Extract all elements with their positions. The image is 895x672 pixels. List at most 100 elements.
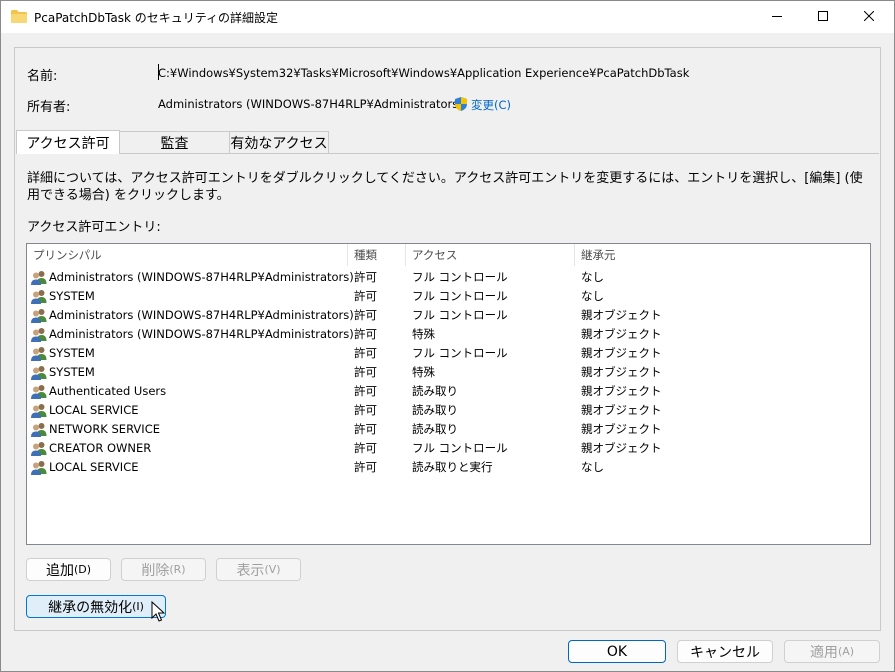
add-button[interactable]: 追加 (D) xyxy=(26,558,111,581)
permissions-tab-page: 詳細については、アクセス許可エントリをダブルクリックしてください。アクセス許可エ… xyxy=(16,153,879,630)
table-row[interactable]: Administrators (WINDOWS-87H4RLP¥Administ… xyxy=(27,306,870,325)
table-row[interactable]: SYSTEM 許可 フル コントロール なし xyxy=(27,287,870,306)
cancel-button-label: キャンセル xyxy=(690,644,760,661)
cell-type: 許可 xyxy=(354,460,377,474)
cell-access: フル コントロール xyxy=(412,289,508,303)
add-button-accel: (D) xyxy=(73,563,92,576)
view-button[interactable]: 表示 (V) xyxy=(216,558,301,581)
table-row[interactable]: SYSTEM 許可 フル コントロール 親オブジェクト xyxy=(27,344,870,363)
cell-inherited-from: 親オブジェクト xyxy=(581,365,662,379)
change-owner-link[interactable]: 変更(C) xyxy=(471,97,511,113)
cell-access: 読み取りと実行 xyxy=(412,460,493,474)
cell-inherited-from: なし xyxy=(581,289,604,303)
cell-access: 読み取り xyxy=(412,403,458,417)
table-row[interactable]: Authenticated Users 許可 読み取り 親オブジェクト xyxy=(27,382,870,401)
column-header-inherited-from[interactable]: 継承元 xyxy=(575,244,695,266)
user-group-icon xyxy=(31,327,47,342)
table-row[interactable]: Administrators (WINDOWS-87H4RLP¥Administ… xyxy=(27,325,870,344)
cell-inherited-from: 親オブジェクト xyxy=(581,346,662,360)
ok-button-label: OK xyxy=(606,643,628,660)
cancel-button[interactable]: キャンセル xyxy=(677,640,773,663)
table-row[interactable]: SYSTEM 許可 特殊 親オブジェクト xyxy=(27,363,870,382)
tab-auditing[interactable]: 監査 xyxy=(119,131,230,153)
remove-button-accel: (R) xyxy=(169,563,186,576)
tab-auditing-label: 監査 xyxy=(160,135,189,152)
cell-type: 許可 xyxy=(354,327,377,341)
cell-principal: Administrators (WINDOWS-87H4RLP¥Administ… xyxy=(49,308,354,322)
remove-button-label: 削除 xyxy=(141,562,170,579)
cell-principal: SYSTEM xyxy=(49,346,95,360)
cell-type: 許可 xyxy=(354,403,377,417)
minimize-button[interactable] xyxy=(754,1,800,33)
cell-principal: SYSTEM xyxy=(49,289,95,303)
table-row[interactable]: CREATOR OWNER 許可 フル コントロール 親オブジェクト xyxy=(27,439,870,458)
disable-inheritance-button[interactable]: 継承の無効化 (I) xyxy=(26,595,166,618)
user-group-icon xyxy=(31,308,47,323)
apply-button-label: 適用 xyxy=(809,644,838,661)
cell-inherited-from: なし xyxy=(581,460,604,474)
table-row[interactable]: Administrators (WINDOWS-87H4RLP¥Administ… xyxy=(27,268,870,287)
name-label: 名前: xyxy=(27,69,58,84)
object-name-field[interactable]: C:¥Windows¥System32¥Tasks¥Microsoft¥Wind… xyxy=(158,66,689,80)
user-group-icon xyxy=(31,346,47,361)
user-group-icon xyxy=(31,365,47,380)
user-group-icon xyxy=(31,270,47,285)
remove-button[interactable]: 削除 (R) xyxy=(121,558,206,581)
cell-access: 特殊 xyxy=(412,365,435,379)
owner-label: 所有者: xyxy=(27,100,71,115)
cell-principal: Authenticated Users xyxy=(49,384,167,398)
advanced-security-dialog: PcaPatchDbTask のセキュリティの詳細設定 名前: C:¥Windo… xyxy=(0,0,895,672)
maximize-button[interactable] xyxy=(800,1,846,33)
user-group-icon xyxy=(31,422,47,437)
cell-type: 許可 xyxy=(354,384,377,398)
close-icon xyxy=(863,10,875,24)
cell-inherited-from: 親オブジェクト xyxy=(581,441,662,455)
column-header-access[interactable]: アクセス xyxy=(406,244,575,266)
cell-access: 読み取り xyxy=(412,422,458,436)
close-button[interactable] xyxy=(846,1,892,33)
user-group-icon xyxy=(31,441,47,456)
user-group-icon xyxy=(31,289,47,304)
tab-effective-access[interactable]: 有効なアクセス xyxy=(229,131,329,153)
cell-principal: Administrators (WINDOWS-87H4RLP¥Administ… xyxy=(49,327,354,341)
column-header-type[interactable]: 種類 xyxy=(348,244,406,266)
cell-type: 許可 xyxy=(354,365,377,379)
cell-principal: SYSTEM xyxy=(49,365,95,379)
maximize-icon xyxy=(818,10,828,24)
apply-button[interactable]: 適用 (A) xyxy=(784,640,880,663)
title-bar[interactable]: PcaPatchDbTask のセキュリティの詳細設定 xyxy=(1,1,894,33)
cell-type: 許可 xyxy=(354,308,377,322)
cell-access: 読み取り xyxy=(412,384,458,398)
cell-type: 許可 xyxy=(354,422,377,436)
cell-inherited-from: なし xyxy=(581,270,604,284)
cell-type: 許可 xyxy=(354,346,377,360)
cell-access: 特殊 xyxy=(412,327,435,341)
table-row[interactable]: LOCAL SERVICE 許可 読み取りと実行 なし xyxy=(27,458,870,477)
apply-button-accel: (A) xyxy=(837,645,855,658)
ok-button[interactable]: OK xyxy=(568,640,666,663)
cell-access: フル コントロール xyxy=(412,270,508,284)
tab-permissions[interactable]: アクセス許可 xyxy=(16,130,120,154)
cell-type: 許可 xyxy=(354,270,377,284)
disable-inheritance-accel: (I) xyxy=(132,600,144,613)
user-group-icon xyxy=(31,384,47,399)
column-header-principal[interactable]: プリンシパル xyxy=(27,244,348,266)
cell-inherited-from: 親オブジェクト xyxy=(581,308,662,322)
view-button-accel: (V) xyxy=(264,563,281,576)
table-row[interactable]: LOCAL SERVICE 許可 読み取り 親オブジェクト xyxy=(27,401,870,420)
uac-shield-icon xyxy=(453,96,469,112)
cell-inherited-from: 親オブジェクト xyxy=(581,403,662,417)
cell-access: フル コントロール xyxy=(412,308,508,322)
cell-type: 許可 xyxy=(354,289,377,303)
cell-inherited-from: 親オブジェクト xyxy=(581,384,662,398)
cell-principal: Administrators (WINDOWS-87H4RLP¥Administ… xyxy=(49,270,354,284)
tab-permissions-label: アクセス許可 xyxy=(26,135,110,152)
owner-value: Administrators (WINDOWS-87H4RLP¥Administ… xyxy=(158,97,463,111)
cell-type: 許可 xyxy=(354,441,377,455)
table-row[interactable]: NETWORK SERVICE 許可 読み取り 親オブジェクト xyxy=(27,420,870,439)
user-group-icon xyxy=(31,460,47,475)
user-group-icon xyxy=(31,403,47,418)
permission-entries-list[interactable]: プリンシパル 種類 アクセス 継承元 Administrators (WINDO… xyxy=(26,243,871,545)
cell-principal: NETWORK SERVICE xyxy=(49,422,160,436)
cell-principal: LOCAL SERVICE xyxy=(49,460,139,474)
